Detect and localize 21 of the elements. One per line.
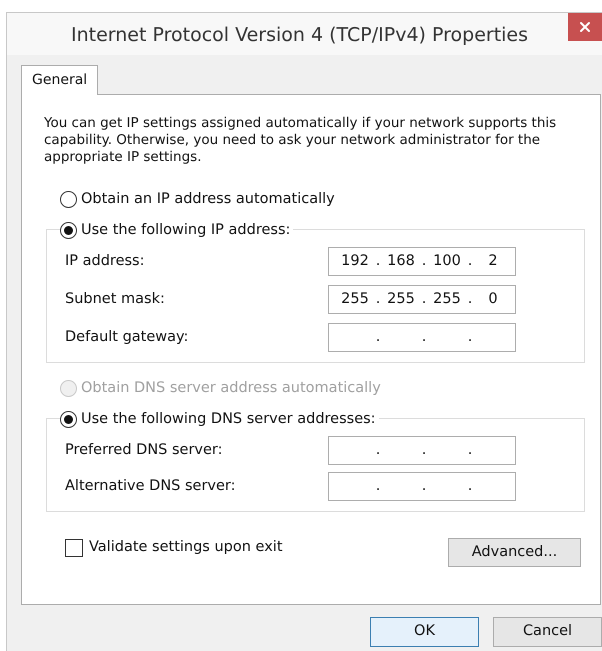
checkbox-label: Validate settings upon exit: [89, 538, 282, 557]
advanced-button[interactable]: Advanced...: [448, 538, 581, 567]
ip-address-field[interactable]: . . .: [328, 436, 516, 465]
description-text: You can get IP settings assigned automatically if your network supports this capability. Otherwise, you need to ask your network administrator for the appropriate IP settings.: [44, 115, 558, 166]
dialog-button[interactable]: Cancel: [493, 617, 602, 647]
radio-label: Obtain an IP address automatically: [81, 190, 335, 209]
field-label: Subnet mask:: [65, 290, 166, 309]
ip-address-field[interactable]: 192 . 168 . 100 . 2: [328, 247, 516, 276]
ip-address-field[interactable]: . . .: [328, 323, 516, 352]
radio-label: Use the following DNS server addresses:: [81, 410, 376, 429]
field-label: IP address:: [65, 252, 146, 271]
ip-address-field[interactable]: 255 . 255 . 255 . 0: [328, 285, 516, 314]
dialog-button[interactable]: OK: [370, 617, 479, 647]
ip-address-field[interactable]: . . .: [328, 472, 516, 501]
tab[interactable]: General: [21, 65, 98, 95]
field-label: Alternative DNS server:: [65, 476, 237, 496]
radio-label: Obtain DNS server address automatically: [81, 378, 381, 398]
window-title: Internet Protocol Version 4 (TCP/IPv4) Properties: [71, 23, 528, 48]
radio-label: Use the following IP address:: [81, 221, 290, 240]
field-label: Preferred DNS server:: [65, 440, 224, 460]
field-label: Default gateway:: [65, 328, 190, 347]
